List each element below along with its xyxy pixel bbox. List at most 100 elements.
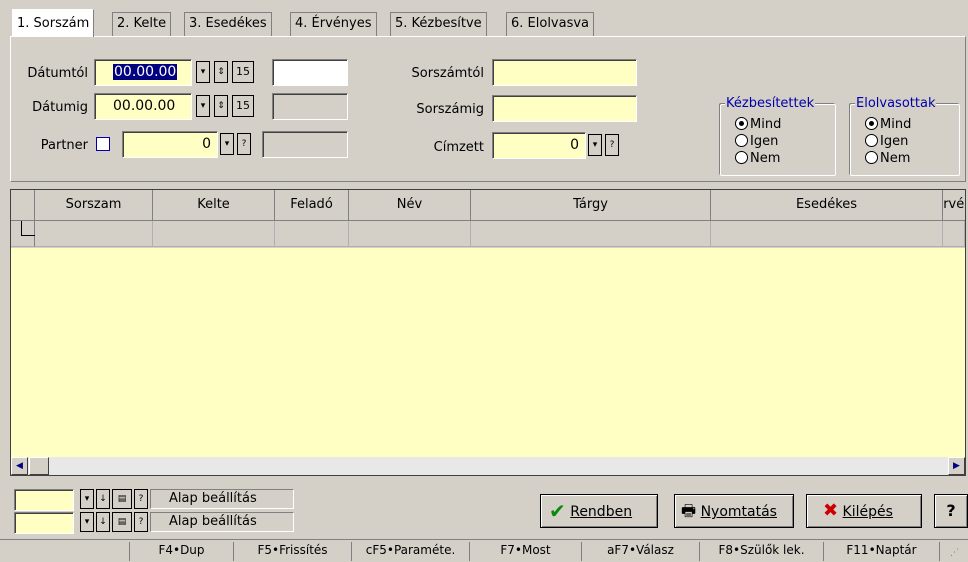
column-header-nev[interactable]: Név [349, 190, 471, 221]
partner-name-field [262, 131, 348, 158]
table-row[interactable] [11, 221, 965, 248]
dropdown-button[interactable]: ▾ [80, 489, 94, 509]
status-f4[interactable]: F4•Dup [130, 542, 234, 561]
calendar-icon[interactable]: 15 [232, 61, 254, 83]
datumtol-day-field [272, 59, 348, 86]
status-f8[interactable]: F8•Szülők lek. [700, 542, 824, 561]
sorszamtol-label: Sorszámtól [411, 66, 484, 81]
ok-label: Rendben [570, 504, 633, 520]
kezbesitettek-igen-radio[interactable]: Igen [735, 134, 778, 149]
arrow-down-icon[interactable]: ↓ [96, 489, 110, 509]
column-header-kelte[interactable]: Kelte [153, 190, 275, 221]
help-icon[interactable]: ? [134, 489, 148, 509]
table-cell[interactable] [35, 221, 153, 247]
elolvasottak-title: Elolvasottak [855, 96, 937, 111]
table-cell[interactable] [711, 221, 943, 247]
help-icon[interactable]: ? [237, 133, 251, 155]
settings-label-1: Alap beállítás [150, 489, 294, 509]
cimzett-field[interactable]: 0 [492, 132, 586, 159]
tab-elolvasva[interactable]: 6. Elolvasva [506, 12, 595, 36]
partner-checkbox[interactable] [96, 137, 110, 151]
dropdown-button[interactable]: ▾ [80, 512, 94, 532]
status-blank [0, 542, 130, 561]
dropdown-button[interactable]: ▾ [588, 134, 602, 156]
column-header-felado[interactable]: Feladó [275, 190, 349, 221]
column-header-erveny[interactable]: Érvény [943, 190, 965, 221]
checkmark-icon: ✔ [549, 499, 566, 523]
sorszamig-label: Sorszámig [416, 102, 484, 117]
partner-field[interactable]: 0 [122, 131, 218, 158]
kezbesitettek-mind-radio[interactable]: Mind [735, 117, 781, 132]
table-cell[interactable] [153, 221, 275, 247]
datumig-label: Dátumig [32, 100, 88, 115]
tab-kelte[interactable]: 2. Kelte [112, 12, 172, 36]
help-button[interactable]: ? [934, 494, 968, 528]
dropdown-button[interactable]: ▾ [220, 133, 234, 155]
table-cell[interactable] [471, 221, 711, 247]
status-f7[interactable]: F7•Most [470, 542, 582, 561]
kezbesitettek-nem-radio[interactable]: Nem [735, 151, 780, 166]
datumtol-label: Dátumtól [27, 66, 88, 81]
scroll-right-icon[interactable]: ▶ [948, 457, 965, 475]
datumig-value: 00.00.00 [113, 98, 176, 114]
settings-field-1[interactable] [14, 489, 74, 511]
help-icon[interactable]: ? [134, 512, 148, 532]
tab-sorszam[interactable]: 1. Sorszám [12, 9, 95, 37]
table-cell[interactable] [275, 221, 349, 247]
sorszamig-field[interactable] [492, 95, 637, 122]
ok-button[interactable]: ✔ Rendben [540, 494, 658, 528]
tab-esedekes[interactable]: 3. Esedékes [184, 12, 272, 36]
datumtol-value: 00.00.00 [113, 64, 178, 80]
cimzett-label: Címzett [433, 140, 484, 155]
status-f11[interactable]: F11•Naptár [824, 542, 940, 561]
datumtol-field[interactable]: 00.00.00 [94, 59, 192, 86]
partner-label: Partner [40, 138, 88, 153]
elolvasottak-igen-radio[interactable]: Igen [865, 134, 908, 149]
horizontal-scrollbar[interactable]: ◀ ▶ [11, 457, 965, 475]
results-table[interactable]: Sorszam Kelte Feladó Név Tárgy Esedékes … [10, 189, 966, 476]
scroll-thumb[interactable] [29, 457, 49, 475]
tab-label: 1. Sorszám [17, 16, 90, 31]
table-cell[interactable] [943, 221, 965, 247]
cimzett-value: 0 [570, 137, 579, 153]
print-button[interactable]: 🖶 Nyomtatás [674, 494, 794, 528]
elolvasottak-nem-radio[interactable]: Nem [865, 151, 910, 166]
row-indicator [11, 221, 35, 247]
help-label: ? [946, 501, 956, 520]
column-header-esedekes[interactable]: Esedékes [711, 190, 943, 221]
exit-label: Kilépés [842, 504, 893, 520]
table-cell[interactable] [349, 221, 471, 247]
column-header-targy[interactable]: Tárgy [471, 190, 711, 221]
calendar-icon[interactable]: 15 [232, 95, 254, 117]
dropdown-button[interactable]: ▾ [196, 61, 210, 83]
column-header-sorszam[interactable]: Sorszam [35, 190, 153, 221]
document-icon[interactable]: ▤ [112, 512, 132, 532]
document-icon[interactable]: ▤ [112, 489, 132, 509]
partner-value: 0 [202, 136, 211, 152]
resize-grip-icon[interactable]: ⋰ [950, 548, 959, 558]
kezbesitettek-group: Kézbesítettek Mind Igen Nem [720, 96, 836, 176]
tab-ervenyes[interactable]: 4. Érvényes [290, 12, 377, 36]
tab-label: 5. Kézbesítve [395, 16, 482, 31]
status-cf5[interactable]: cF5•Paraméte. [352, 542, 470, 561]
elolvasottak-mind-radio[interactable]: Mind [865, 117, 911, 132]
tab-kezbesitve[interactable]: 5. Kézbesítve [390, 12, 487, 36]
datumig-field[interactable]: 00.00.00 [94, 93, 192, 120]
print-label: Nyomtatás [700, 504, 777, 520]
sorszamtol-field[interactable] [492, 59, 637, 86]
printer-icon: 🖶 [681, 501, 697, 520]
arrow-down-icon[interactable]: ↓ [96, 512, 110, 532]
settings-field-2[interactable] [14, 512, 74, 534]
scroll-left-icon[interactable]: ◀ [11, 457, 28, 475]
spin-button[interactable]: ⇕ [214, 61, 228, 83]
exit-button[interactable]: ✖ Kilépés [806, 494, 922, 528]
status-f5[interactable]: F5•Frissítés [234, 542, 352, 561]
help-icon[interactable]: ? [605, 134, 619, 156]
spin-button[interactable]: ⇕ [214, 95, 228, 117]
dropdown-button[interactable]: ▾ [196, 95, 210, 117]
status-af7[interactable]: aF7•Válasz [582, 542, 700, 561]
status-bar: F4•Dup F5•Frissítés cF5•Paraméte. F7•Mos… [0, 539, 968, 562]
row-indicator-header [11, 190, 35, 221]
datumig-day-field [272, 93, 348, 120]
tab-label: 2. Kelte [117, 16, 167, 31]
